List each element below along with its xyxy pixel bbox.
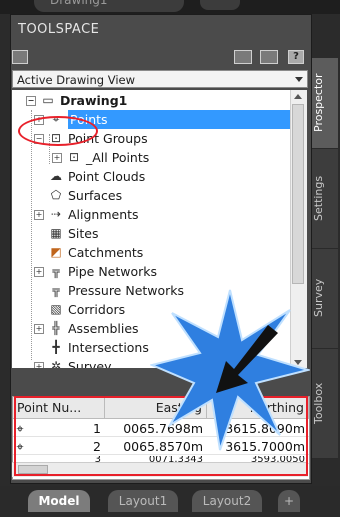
highlight-ellipse (18, 116, 98, 146)
intersection-icon: ╋ (52, 340, 60, 354)
expand-icon[interactable]: + (52, 153, 62, 163)
catchment-icon: ◩ (50, 245, 62, 259)
list-view-icon[interactable] (260, 50, 278, 64)
tree-item-label: Intersections (68, 340, 149, 355)
add-layout-button[interactable]: + (278, 490, 300, 512)
tab-settings[interactable]: Settings (312, 148, 338, 249)
tree-item-label: Pipe Networks (68, 264, 158, 279)
tab-survey[interactable]: Survey (312, 248, 338, 349)
tree-item-label: Corridors (68, 302, 126, 317)
view-select[interactable]: Active Drawing View (12, 70, 308, 88)
tree-guide-line (31, 110, 32, 360)
tree-item-label: Point Clouds (68, 169, 146, 184)
tree-item-label: Surfaces (68, 188, 123, 203)
tree-item-label: Alignments (68, 207, 139, 222)
tab-toolbox[interactable]: Toolbox (312, 348, 338, 459)
assembly-icon: ╬ (52, 321, 60, 335)
tree-item-label: Sites (68, 226, 99, 241)
item-view-icon[interactable] (234, 50, 252, 64)
tree-item-label: Catchments (68, 245, 144, 260)
tab-prospector[interactable]: Prospector (312, 58, 338, 149)
tree-item-label: Points (68, 110, 290, 129)
pipe-network-icon: ╦ (52, 264, 60, 278)
toolspace-menu-icon[interactable] (12, 50, 28, 64)
point-cloud-icon: ☁ (50, 169, 62, 183)
chevron-down-icon (295, 77, 303, 82)
layout-tab-bar: Model Layout1 Layout2 + (0, 486, 340, 517)
toolspace-title: TOOLSPACE (18, 22, 100, 37)
burst-arrow-icon (150, 289, 310, 451)
drawing-icon: ▭ (42, 93, 54, 107)
view-select-value: Active Drawing View (17, 73, 135, 87)
tab-layout2[interactable]: Layout2 (192, 490, 262, 512)
site-icon: ▦ (50, 226, 62, 240)
tree-item-label: _All Points (86, 150, 150, 165)
collapse-icon[interactable]: − (26, 96, 36, 106)
survey-icon: ✲ (50, 359, 62, 368)
expand-icon[interactable]: + (34, 324, 44, 334)
tab-layout1[interactable]: Layout1 (108, 490, 178, 512)
tab-drawing1[interactable]: Drawing1 (34, 0, 184, 12)
corridor-icon: ▧ (50, 302, 62, 316)
alignment-icon: ⇢ (50, 207, 62, 221)
pressure-network-icon: ╦ (52, 283, 60, 297)
tab-model[interactable]: Model (28, 490, 90, 512)
new-tab-button[interactable] (200, 0, 240, 10)
expand-icon[interactable]: + (34, 267, 44, 277)
expand-icon[interactable]: + (34, 210, 44, 220)
tree-item-label: Survey (68, 359, 112, 368)
point-group-icon: ⊡ (68, 150, 80, 164)
help-icon[interactable]: ? (288, 50, 304, 64)
expand-icon[interactable]: + (34, 362, 44, 368)
tree-item-label: Drawing1 (60, 93, 128, 108)
toolspace-side-tabs: Prospector Settings Survey Toolbox (312, 58, 338, 459)
surface-icon: ⬠ (50, 188, 62, 202)
scroll-up-icon[interactable] (294, 94, 302, 99)
toolspace-toolbar: ? (12, 44, 310, 68)
tree-item-label: Assemblies (68, 321, 139, 336)
scrollbar-thumb[interactable] (292, 104, 304, 284)
